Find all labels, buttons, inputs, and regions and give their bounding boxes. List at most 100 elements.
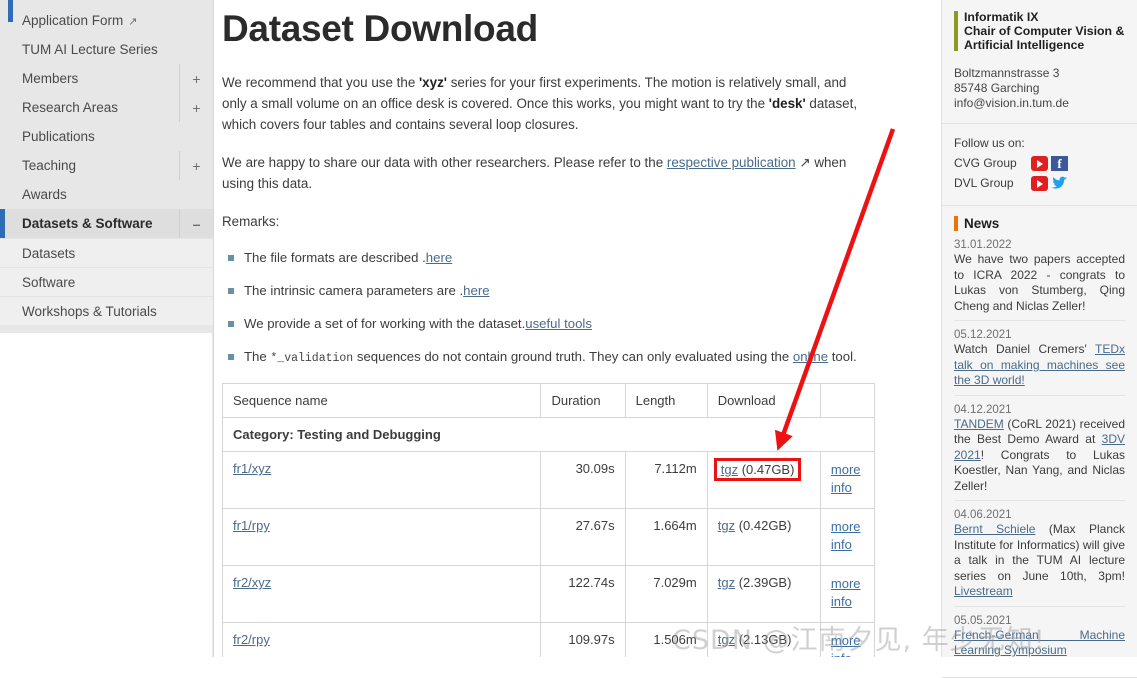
sidebar-item-label: Research Areas xyxy=(22,100,119,115)
sequence-name-cell: fr1/rpy xyxy=(221,508,542,566)
category-label: Category: Testing and Debugging xyxy=(222,417,875,452)
sequence-name-link[interactable]: fr1/rpy xyxy=(233,518,270,533)
length-cell: 7.112m xyxy=(624,451,708,509)
sequence-name-link[interactable]: fr2/rpy xyxy=(233,632,270,647)
more-info-cell: more info xyxy=(819,451,876,509)
address-city: 85748 Garching xyxy=(954,81,1040,95)
collapse-minus-icon[interactable]: – xyxy=(179,209,213,238)
sidebar-item-workshops-tutorials[interactable]: Workshops & Tutorials xyxy=(0,296,213,325)
sidebar-item-label: Application Form ↗︎ xyxy=(22,13,138,28)
length-cell: 1.664m xyxy=(624,508,708,566)
more-info-link[interactable]: more info xyxy=(831,462,861,495)
remark-text: for working with the dataset. xyxy=(361,316,526,331)
sidebar-item-publications[interactable]: Publications xyxy=(0,122,213,151)
duration-cell: 109.97s xyxy=(540,622,626,657)
sidebar-item-label: Datasets & Software xyxy=(22,216,153,231)
news-link[interactable]: TANDEM xyxy=(954,417,1004,431)
remark-link[interactable]: useful tools xyxy=(525,316,592,331)
active-indicator-bar xyxy=(0,209,5,238)
sequence-name-cell: fr1/xyz xyxy=(221,451,542,509)
external-link-icon: ↗︎ xyxy=(795,155,811,170)
facebook-icon[interactable]: f xyxy=(1051,156,1068,171)
sidebar-item-tum-ai-lecture-series[interactable]: TUM AI Lecture Series xyxy=(0,35,213,64)
th-length: Length xyxy=(624,383,708,418)
remark-item: The intrinsic camera parameters are .her… xyxy=(222,282,923,300)
institute-line-3: Artificial Intelligence xyxy=(964,38,1085,52)
remark-text: We provide a set of xyxy=(244,316,362,331)
sidebar-item-members[interactable]: Members + xyxy=(0,64,213,93)
youtube-icon[interactable] xyxy=(1031,176,1048,191)
sidebar-item-application-form[interactable]: Application Form ↗︎ xyxy=(0,6,213,35)
sidebar-item-label: Members xyxy=(22,71,79,86)
download-wrapper: tgz (0.42GB) xyxy=(718,518,792,533)
download-tgz-link[interactable]: tgz xyxy=(721,462,738,477)
sidebar-item-teaching[interactable]: Teaching + xyxy=(0,151,213,180)
news-date: 04.06.2021 xyxy=(954,509,1012,521)
sidebar-item-research-areas[interactable]: Research Areas + xyxy=(0,93,213,122)
duration-cell: 30.09s xyxy=(540,451,626,509)
respective-publication-link[interactable]: respective publication xyxy=(667,155,796,170)
download-wrapper: tgz (2.39GB) xyxy=(718,575,792,590)
address-street: Boltzmannstrasse 3 xyxy=(954,66,1060,80)
remark-text: The xyxy=(244,349,271,364)
sidebar-item-datasets-software[interactable]: Datasets & Software – xyxy=(0,209,213,238)
more-info-link[interactable]: more info xyxy=(831,576,861,609)
online-tool-link[interactable]: online xyxy=(793,349,828,364)
more-info-cell: more info xyxy=(819,508,876,566)
more-info-line-1: more xyxy=(830,576,861,591)
more-info-link[interactable]: more info xyxy=(831,519,861,552)
contact-email[interactable]: info@vision.in.tum.de xyxy=(954,96,1069,110)
intro-paragraph-2: We are happy to share our data with othe… xyxy=(222,152,872,194)
download-tgz-link[interactable]: tgz xyxy=(718,518,735,533)
institute-block: Informatik IX Chair of Computer Vision &… xyxy=(942,0,1137,124)
youtube-icon[interactable] xyxy=(1031,156,1048,171)
news-link[interactable]: Livestream xyxy=(954,584,1013,598)
social-group-name: DVL Group xyxy=(954,176,1014,190)
sidebar-item-label: Awards xyxy=(22,187,67,202)
sequence-name-cell: fr2/rpy xyxy=(221,622,542,657)
sidebar-empty-area xyxy=(0,333,212,657)
more-info-cell: more info xyxy=(819,565,876,623)
news-block: News 31.01.2022 We have two papers accept… xyxy=(942,206,1137,678)
table-category-row: Category: Testing and Debugging xyxy=(222,417,875,452)
social-links-list: CVG Group f DVL Group xyxy=(954,154,1125,193)
sidebar-item-datasets[interactable]: Datasets xyxy=(0,238,213,267)
remark-item: We provide a set of for working with the… xyxy=(222,315,923,333)
news-heading: News xyxy=(954,216,1125,231)
sidebar-item-software[interactable]: Software xyxy=(0,267,213,296)
download-tgz-link[interactable]: tgz xyxy=(718,575,735,590)
duration-cell: 122.74s xyxy=(540,565,626,623)
institute-line-1: Informatik IX xyxy=(964,10,1039,24)
social-group-row: CVG Group f xyxy=(954,154,1125,173)
left-sidebar-nav: Application Form ↗︎ TUM AI Lecture Series M… xyxy=(0,0,214,657)
table-row: fr2/xyz 122.74s 7.029m tgz (2.39GB) more info xyxy=(221,565,876,623)
news-text: TANDEM (CoRL 2021) received the Best Dem… xyxy=(954,417,1125,495)
more-info-line-2: info xyxy=(830,480,852,495)
expand-plus-icon[interactable]: + xyxy=(179,151,213,180)
social-group-row: DVL Group xyxy=(954,174,1125,193)
sidebar-item-awards[interactable]: Awards xyxy=(0,180,213,209)
follow-us-heading: Follow us on: xyxy=(954,136,1025,150)
intro-paragraph-1: We recommend that you use the 'xyz' seri… xyxy=(222,72,872,135)
more-info-line-2: info xyxy=(830,537,852,552)
table-row: fr1/xyz 30.09s 7.112m tgz (0.47GB) more info xyxy=(221,451,876,509)
table-row: fr1/rpy 27.67s 1.664m tgz (0.42GB) more info xyxy=(221,508,876,566)
sequence-name-link[interactable]: fr1/xyz xyxy=(233,461,271,476)
download-size-label: (0.47GB) xyxy=(738,462,795,477)
sequence-name-link[interactable]: fr2/xyz xyxy=(233,575,271,590)
expand-plus-icon[interactable]: + xyxy=(179,64,213,93)
news-list: 31.01.2022 We have two papers accepted to… xyxy=(954,231,1125,665)
expand-plus-icon[interactable]: + xyxy=(179,93,213,122)
institute-address: Boltzmannstrasse 3 85748 Garching info@v… xyxy=(954,66,1125,111)
remarks-list: The file formats are described .here The … xyxy=(222,249,923,368)
th-duration: Duration xyxy=(540,383,626,418)
follow-us-block: Follow us on: CVG Group f DVL Group xyxy=(942,124,1137,206)
remark-link[interactable]: here xyxy=(463,283,489,298)
twitter-icon[interactable] xyxy=(1051,176,1068,191)
dataset-table: Sequence name Duration Length Download C… xyxy=(221,383,876,657)
news-link[interactable]: Bernt Schiele xyxy=(954,522,1035,536)
remark-link[interactable]: here xyxy=(426,250,452,265)
sidebar-item-label: Software xyxy=(22,274,76,290)
red-highlight-box: tgz (0.47GB) xyxy=(713,458,802,481)
news-body-text: Watch Daniel Cremers' xyxy=(954,342,1095,356)
